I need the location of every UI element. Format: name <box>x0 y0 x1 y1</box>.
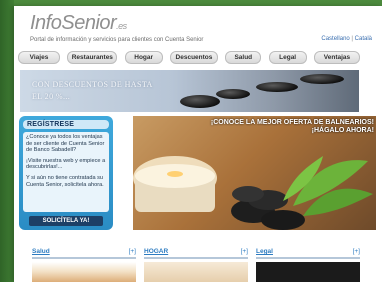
site-tagline: Portal de información y servicios para c… <box>30 37 204 43</box>
section-legal-link[interactable]: Legal <box>256 248 273 255</box>
banner-line-1: CON DESCUENTOS DE HASTA <box>32 80 153 89</box>
section-legal-header: Legal [+] <box>256 246 360 259</box>
section-hogar-link[interactable]: HOGAR <box>144 248 168 255</box>
section-salud: Salud [+] <box>32 246 136 282</box>
banner-text: CON DESCUENTOS DE HASTA EL 20 %... <box>32 79 153 103</box>
section-salud-more[interactable]: [+] <box>129 248 136 255</box>
solicitela-button[interactable]: SOLICÍTELA YA! <box>29 216 103 226</box>
lang-castellano-link[interactable]: Castellano <box>321 36 349 42</box>
main-nav: Viajes Restaurantes Hogar Descuentos Sal… <box>18 51 360 64</box>
spa-headline-2: ¡HÁGALO AHORA! <box>311 127 374 134</box>
section-hogar: HOGAR [+] <box>144 246 248 282</box>
stone-image-3 <box>256 82 298 92</box>
nav-restaurantes[interactable]: Restaurantes <box>67 51 118 64</box>
section-salud-image <box>32 262 136 282</box>
promo-paragraph-3: Y si aún no tiene contratada su Cuenta S… <box>26 174 104 188</box>
section-salud-link[interactable]: Salud <box>32 248 50 255</box>
nav-hogar[interactable]: Hogar <box>124 51 163 64</box>
section-hogar-header: HOGAR [+] <box>144 246 248 259</box>
logo-info: Info <box>30 12 62 34</box>
section-hogar-image <box>144 262 248 282</box>
promo-text: ¿Conoce ya todos los ventajas de ser cli… <box>23 132 109 212</box>
language-selector: Castellano | Català <box>321 36 372 42</box>
promo-paragraph-2: ¡Visite nuestra web y empiece a descubri… <box>26 157 106 171</box>
spa-offer-banner[interactable]: ¡CONOCE LA MEJOR OFERTA DE BALNEARIOS! ¡… <box>133 116 376 230</box>
nav-legal[interactable]: Legal <box>268 51 307 64</box>
site-header: InfoSenior.es Portal de información y se… <box>14 6 382 50</box>
logo-senior: Senior <box>61 12 117 34</box>
promo-title: REGÍSTRESE <box>23 120 109 129</box>
section-legal-more[interactable]: [+] <box>353 248 360 255</box>
section-legal-image <box>256 262 360 282</box>
banner-line-2: EL 20 %... <box>32 92 71 101</box>
nav-ventajas[interactable]: Ventajas <box>313 51 360 64</box>
nav-salud[interactable]: Salud <box>225 51 262 64</box>
stone-image-2 <box>216 89 250 99</box>
site-logo[interactable]: InfoSenior.es <box>30 12 127 35</box>
lang-catala-link[interactable]: Català <box>355 36 372 42</box>
section-salud-header: Salud [+] <box>32 246 136 259</box>
section-hogar-more[interactable]: [+] <box>241 248 248 255</box>
spa-headline-1: ¡CONOCE LA MEJOR OFERTA DE BALNEARIOS! <box>210 119 374 126</box>
logo-tld: .es <box>116 21 127 31</box>
nav-descuentos[interactable]: Descuentos <box>169 51 218 64</box>
discount-banner[interactable]: CON DESCUENTOS DE HASTA EL 20 %... <box>20 70 359 112</box>
web-page: InfoSenior.es Portal de información y se… <box>14 6 382 282</box>
register-promo: REGÍSTRESE ¿Conoce ya todos los ventajas… <box>19 116 113 230</box>
nav-viajes[interactable]: Viajes <box>18 51 60 64</box>
stone-image-4 <box>300 74 344 84</box>
window-edge <box>0 0 14 282</box>
promo-paragraph-1: ¿Conoce ya todos los ventajas de ser cli… <box>26 134 105 154</box>
section-legal: Legal [+] <box>256 246 360 282</box>
spa-headline: ¡CONOCE LA MEJOR OFERTA DE BALNEARIOS! ¡… <box>194 119 374 135</box>
stone-image-1 <box>180 95 220 108</box>
lang-separator: | <box>351 36 353 42</box>
section-previews: Salud [+] HOGAR [+] Legal [+] <box>19 246 363 282</box>
